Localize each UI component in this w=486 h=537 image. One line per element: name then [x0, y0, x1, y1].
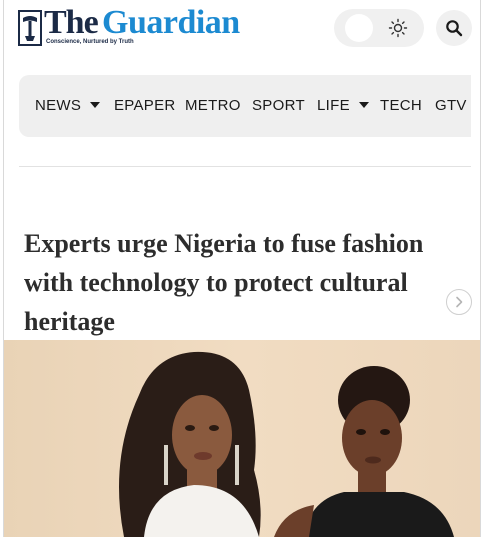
logo-the-text: The	[44, 4, 99, 41]
article-headline[interactable]: Experts urge Nigeria to fuse fashion wit…	[24, 224, 464, 341]
nav-item-label: METRO	[185, 97, 241, 114]
nav-item-metro[interactable]: METRO	[185, 75, 241, 137]
nav-item-sport[interactable]: SPORT	[252, 75, 305, 137]
next-article-button[interactable]	[446, 289, 472, 315]
chevron-right-icon	[456, 296, 463, 308]
divider	[19, 166, 471, 167]
logo-guardian-text: Guardian	[102, 4, 240, 41]
page-frame: The Guardian Conscience, Nurtured by Tru…	[3, 0, 481, 537]
nav-item-news[interactable]: NEWS	[35, 75, 101, 137]
search-button[interactable]	[436, 10, 472, 46]
nav-item-label: NEWS	[35, 97, 82, 114]
nav-item-gtv[interactable]: GTV	[435, 75, 467, 137]
sun-icon	[388, 18, 408, 38]
nav-item-tech[interactable]: TECH	[380, 75, 422, 137]
article-photo[interactable]	[4, 340, 480, 537]
guardian-logo[interactable]: The Guardian Conscience, Nurtured by Tru…	[18, 4, 254, 50]
nav-item-life[interactable]: LIFE	[317, 75, 369, 137]
toggle-knob	[345, 14, 373, 42]
nav-item-label: LIFE	[317, 97, 350, 114]
main-nav: NEWS EPAPER METRO SPORT LIFE TECH GTV	[19, 75, 471, 137]
nav-item-label: GTV	[435, 97, 467, 114]
nav-item-label: SPORT	[252, 97, 305, 114]
nav-item-label: TECH	[380, 97, 423, 114]
search-icon	[446, 20, 463, 37]
theme-toggle[interactable]	[334, 9, 424, 47]
logo-emblem-icon	[18, 10, 42, 46]
chevron-down-icon	[358, 102, 369, 108]
logo-tagline: Conscience, Nurtured by Truth	[46, 39, 134, 45]
nav-item-epaper[interactable]: EPAPER	[114, 75, 176, 137]
chevron-down-icon	[90, 102, 101, 108]
nav-item-label: EPAPER	[114, 97, 176, 114]
